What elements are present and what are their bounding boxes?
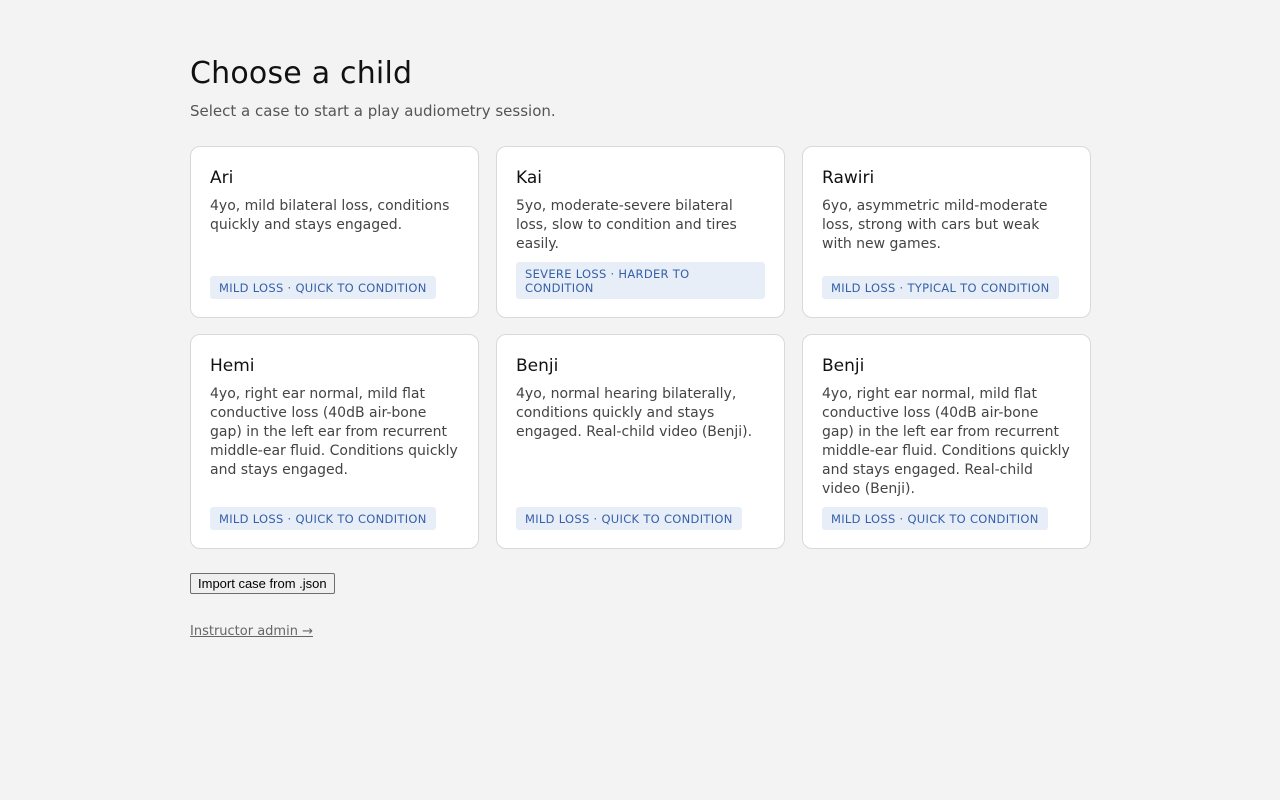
case-tag: MILD LOSS · QUICK TO CONDITION [822,507,1048,530]
case-card-benji[interactable]: Benji 4yo, normal hearing bilaterally, c… [496,334,785,549]
case-description: 4yo, right ear normal, mild flat conduct… [822,386,1070,497]
case-tag: MILD LOSS · QUICK TO CONDITION [210,507,436,530]
page-subtitle: Select a case to start a play audiometry… [190,102,556,120]
case-description: 4yo, normal hearing bilaterally, conditi… [516,386,753,440]
case-tag: MILD LOSS · TYPICAL TO CONDITION [822,276,1059,299]
page-title: Choose a child [190,56,413,91]
case-card-ari[interactable]: Ari 4yo, mild bilateral loss, conditions… [190,146,479,318]
case-picker-page: Choose a child Select a case to start a … [190,54,1091,639]
case-grid: Ari 4yo, mild bilateral loss, conditions… [190,146,1091,549]
case-card-kai[interactable]: Kai 5yo, moderate-severe bilateral loss,… [496,146,785,318]
case-tag: SEVERE LOSS · HARDER TO CONDITION [516,262,765,299]
case-description: 6yo, asymmetric mild-moderate loss, stro… [822,198,1048,252]
case-description: 4yo, right ear normal, mild flat conduct… [210,386,458,478]
case-description: 5yo, moderate-severe bilateral loss, slo… [516,198,737,252]
case-tag: MILD LOSS · QUICK TO CONDITION [516,507,742,530]
case-name: Hemi [210,356,255,376]
case-card-benji-conductive[interactable]: Benji 4yo, right ear normal, mild flat c… [802,334,1091,549]
case-card-hemi[interactable]: Hemi 4yo, right ear normal, mild flat co… [190,334,479,549]
instructor-admin-link[interactable]: Instructor admin → [190,624,313,639]
case-name: Benji [516,356,559,376]
case-name: Benji [822,356,865,376]
case-name: Kai [516,168,542,188]
case-name: Rawiri [822,168,875,188]
case-card-rawiri[interactable]: Rawiri 6yo, asymmetric mild-moderate los… [802,146,1091,318]
case-tag: MILD LOSS · QUICK TO CONDITION [210,276,436,299]
case-name: Ari [210,168,234,188]
case-description: 4yo, mild bilateral loss, conditions qui… [210,198,450,233]
import-case-button[interactable]: Import case from .json [190,573,335,594]
